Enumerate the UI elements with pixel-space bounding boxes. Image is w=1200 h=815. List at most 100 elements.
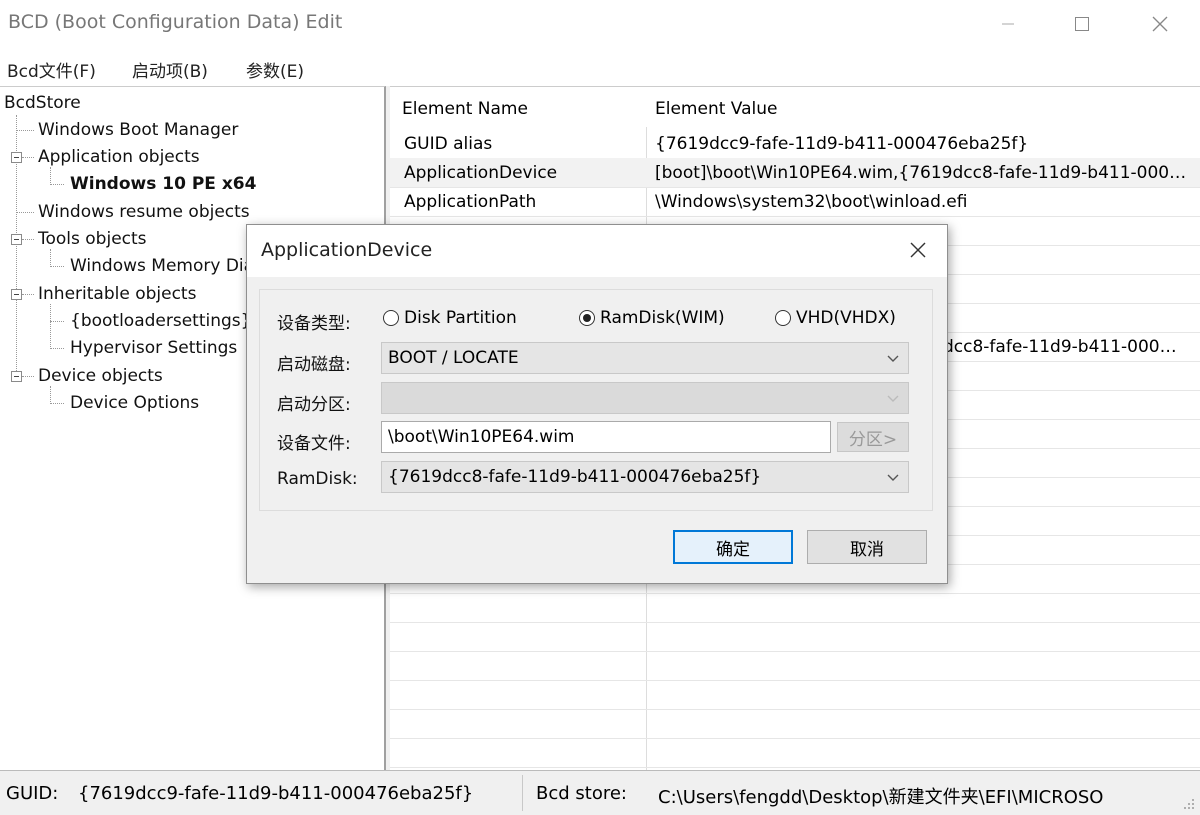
minimize-icon: [1002, 23, 1014, 25]
grid-header: Element Name Element Value: [390, 87, 1200, 127]
radio-ramdisk-wim[interactable]: RamDisk(WIM): [579, 308, 725, 328]
table-row[interactable]: [390, 738, 1200, 768]
dialog-title: ApplicationDevice: [261, 239, 433, 261]
tree-connector: [50, 184, 64, 185]
tree-connector: [22, 157, 34, 158]
menu-boot-entry[interactable]: 启动项(B): [132, 57, 208, 82]
menu-bar: Bcd文件(F) 启动项(B) 参数(E): [0, 48, 1200, 86]
element-value: {7619dcc9-fafe-11d9-b411-000476eba25f}: [655, 134, 1029, 154]
partition-button[interactable]: 分区>: [837, 422, 909, 452]
radio-circle-icon: [775, 310, 791, 326]
tree-connector: [22, 376, 34, 377]
tree-connector: [50, 386, 51, 404]
tree-connector: [50, 304, 51, 349]
radio-label: VHD(VHDX): [796, 308, 896, 328]
boot-partition-label: 启动分区:: [277, 395, 351, 415]
tree-connector: [22, 239, 34, 240]
tree-node-bcdstore[interactable]: BcdStore: [4, 93, 81, 113]
element-value: [boot]\boot\Win10PE64.wim,{7619dcc8-fafe…: [655, 163, 1187, 183]
tree-connector: [50, 266, 64, 267]
column-header-value[interactable]: Element Value: [655, 99, 777, 119]
radio-checked-icon: [579, 310, 595, 326]
ok-button[interactable]: 确定: [673, 530, 793, 564]
tree-node-device-options[interactable]: Device Options: [70, 393, 199, 413]
table-row[interactable]: [390, 680, 1200, 710]
ramdisk-value: {7619dcc8-fafe-11d9-b411-000476eba25f}: [388, 467, 762, 487]
device-file-input[interactable]: [381, 421, 831, 453]
collapse-icon[interactable]: [11, 152, 22, 163]
radio-label: RamDisk(WIM): [600, 308, 725, 328]
radio-label: Disk Partition: [404, 308, 517, 328]
radio-disk-partition[interactable]: Disk Partition: [383, 308, 517, 328]
tree-node-resume-objects[interactable]: Windows resume objects: [38, 202, 250, 222]
close-icon: [910, 242, 926, 258]
dialog-close-button[interactable]: [903, 235, 933, 265]
table-row[interactable]: ApplicationPath \Windows\system32\boot\w…: [390, 187, 1200, 217]
close-icon: [1152, 16, 1168, 32]
resize-grip-icon[interactable]: [1182, 797, 1196, 811]
element-value: dcc8-fafe-11d9-b411-000…: [943, 337, 1177, 357]
device-file-label: 设备文件:: [277, 434, 351, 454]
tree-node-boot-manager[interactable]: Windows Boot Manager: [38, 120, 238, 140]
table-row[interactable]: [390, 622, 1200, 652]
cancel-button[interactable]: 取消: [807, 530, 927, 564]
radio-vhd-vhdx[interactable]: VHD(VHDX): [775, 308, 896, 328]
table-row[interactable]: [390, 651, 1200, 681]
radio-circle-icon: [383, 310, 399, 326]
status-bar: GUID: {7619dcc9-fafe-11d9-b411-000476eba…: [0, 770, 1200, 815]
menu-bcd-file[interactable]: Bcd文件(F): [7, 57, 96, 82]
tree-connector: [50, 167, 51, 185]
tree-connector: [50, 348, 64, 349]
element-name: GUID alias: [404, 134, 493, 154]
tree-connector: [50, 321, 64, 322]
tree-node-device-objects[interactable]: Device objects: [38, 366, 163, 386]
collapse-icon[interactable]: [11, 234, 22, 245]
status-store-value: C:\Users\fengdd\Desktop\新建文件夹\EFI\MICROS…: [658, 787, 1104, 808]
chevron-down-icon: [887, 355, 899, 362]
tree-node-win10pe[interactable]: Windows 10 PE x64: [70, 174, 256, 194]
element-value: \Windows\system32\boot\winload.efi: [655, 192, 968, 212]
device-type-label: 设备类型:: [277, 314, 351, 334]
column-header-name[interactable]: Element Name: [402, 99, 528, 119]
tree-node-hypervisor-settings[interactable]: Hypervisor Settings: [70, 338, 237, 358]
maximize-button[interactable]: [1062, 6, 1102, 42]
table-row[interactable]: ApplicationDevice [boot]\boot\Win10PE64.…: [390, 158, 1200, 188]
minimize-button[interactable]: [988, 6, 1028, 42]
close-window-button[interactable]: [1140, 6, 1180, 42]
tree-node-tools-objects[interactable]: Tools objects: [38, 229, 147, 249]
status-store-label: Bcd store:: [536, 783, 627, 804]
table-row[interactable]: [390, 593, 1200, 623]
tree-node-application-objects[interactable]: Application objects: [38, 147, 200, 167]
chevron-down-icon: [887, 395, 899, 402]
tree-connector: [22, 294, 34, 295]
tree-node-bootloadersettings[interactable]: {bootloadersettings}: [70, 311, 251, 331]
title-bar: BCD (Boot Configuration Data) Edit: [0, 0, 1200, 48]
table-row[interactable]: GUID alias {7619dcc9-fafe-11d9-b411-0004…: [390, 129, 1200, 159]
tree-connector: [50, 403, 64, 404]
ramdisk-label: RamDisk:: [277, 469, 358, 489]
tree-node-memory-diagnostic[interactable]: Windows Memory Dia: [70, 256, 254, 276]
boot-disk-value: BOOT / LOCATE: [388, 348, 519, 368]
tree-node-inheritable-objects[interactable]: Inheritable objects: [38, 284, 196, 304]
boot-disk-select[interactable]: BOOT / LOCATE: [381, 342, 909, 374]
tree-connector: [50, 249, 51, 267]
collapse-icon[interactable]: [11, 371, 22, 382]
maximize-icon: [1075, 17, 1089, 31]
boot-partition-select[interactable]: [381, 382, 909, 414]
collapse-icon[interactable]: [11, 289, 22, 300]
tree-connector: [16, 130, 34, 131]
table-row[interactable]: [390, 709, 1200, 739]
element-name: ApplicationDevice: [404, 163, 558, 183]
application-device-dialog: ApplicationDevice 设备类型: Disk Partition R…: [246, 224, 948, 584]
menu-parameters[interactable]: 参数(E): [246, 57, 304, 82]
status-guid-label: GUID:: [6, 783, 59, 804]
dialog-title-bar: ApplicationDevice: [247, 225, 947, 277]
element-name: ApplicationPath: [404, 192, 537, 212]
boot-disk-label: 启动磁盘:: [277, 355, 351, 375]
chevron-down-icon: [887, 474, 899, 481]
status-guid-value: {7619dcc9-fafe-11d9-b411-000476eba25f}: [78, 783, 474, 804]
tree-connector: [16, 212, 34, 213]
window-title: BCD (Boot Configuration Data) Edit: [8, 11, 343, 33]
status-separator: [522, 775, 523, 811]
ramdisk-select[interactable]: {7619dcc8-fafe-11d9-b411-000476eba25f}: [381, 461, 909, 493]
